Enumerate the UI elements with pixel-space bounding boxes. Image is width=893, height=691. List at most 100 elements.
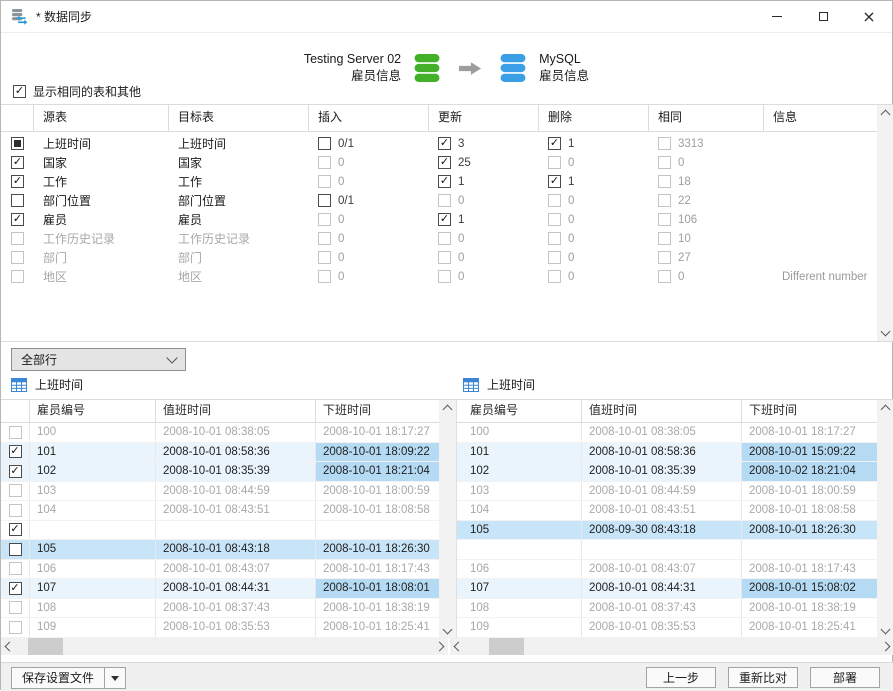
employee-id-cell[interactable]: 101 xyxy=(30,443,156,462)
recompare-button[interactable]: 重新比对 xyxy=(728,667,798,688)
record-sync-checkbox[interactable] xyxy=(9,445,22,458)
target-grid-row[interactable]: 1022008-10-01 08:35:392008-10-02 18:21:0… xyxy=(457,462,893,482)
scroll-right-icon[interactable] xyxy=(881,642,891,652)
show-identical-checkbox[interactable] xyxy=(13,85,26,98)
off-duty-time-cell[interactable]: 2008-10-01 18:26:30 xyxy=(742,521,878,540)
comparison-table-row[interactable]: 部门部门00027 xyxy=(1,248,893,267)
employee-id-cell[interactable]: 106 xyxy=(30,560,156,579)
off-duty-time-cell[interactable] xyxy=(742,540,878,559)
duty-time-cell[interactable]: 2008-10-01 08:43:51 xyxy=(156,501,316,520)
off-duty-time-cell[interactable]: 2008-10-01 18:38:19 xyxy=(742,599,878,618)
target-grid-row[interactable]: 1032008-10-01 08:44:592008-10-01 18:00:5… xyxy=(457,482,893,502)
duty-time-cell[interactable]: 2008-09-30 08:43:18 xyxy=(582,521,742,540)
duty-time-cell[interactable]: 2008-10-01 08:35:39 xyxy=(156,462,316,481)
duty-time-column-header[interactable]: 值班时间 xyxy=(156,400,316,422)
off-duty-time-cell[interactable]: 2008-10-01 18:08:58 xyxy=(742,501,878,520)
off-duty-time-cell[interactable]: 2008-10-01 18:08:01 xyxy=(316,579,439,598)
employee-id-cell[interactable]: 102 xyxy=(30,462,156,481)
record-sync-checkbox[interactable] xyxy=(9,523,22,536)
comparison-vertical-scrollbar[interactable] xyxy=(877,105,893,341)
employee-id-cell[interactable]: 100 xyxy=(30,423,156,442)
table-sync-checkbox[interactable] xyxy=(11,213,24,226)
scroll-up-icon[interactable] xyxy=(443,405,453,415)
employee-id-cell[interactable]: 101 xyxy=(457,443,582,462)
comparison-table-row[interactable]: 地区地区0000Different number xyxy=(1,267,893,286)
off-duty-time-cell[interactable]: 2008-10-01 18:21:04 xyxy=(316,462,439,481)
off-duty-time-cell[interactable]: 2008-10-01 18:38:19 xyxy=(316,599,439,618)
employee-id-cell[interactable]: 108 xyxy=(457,599,582,618)
off-duty-time-column-header[interactable]: 下班时间 xyxy=(742,400,878,422)
comparison-table-row[interactable]: 雇员雇员010106 xyxy=(1,210,893,229)
duty-time-cell[interactable]: 2008-10-01 08:38:05 xyxy=(582,423,742,442)
employee-id-cell[interactable]: 107 xyxy=(30,579,156,598)
duty-time-cell[interactable] xyxy=(582,540,742,559)
target-grid-row[interactable]: 1072008-10-01 08:44:312008-10-01 15:08:0… xyxy=(457,579,893,599)
off-duty-time-cell[interactable]: 2008-10-01 18:00:59 xyxy=(742,482,878,501)
comparison-table-row[interactable]: 工作工作01118 xyxy=(1,172,893,191)
employee-id-cell[interactable]: 107 xyxy=(457,579,582,598)
scroll-down-icon[interactable] xyxy=(881,625,891,635)
source-grid-horizontal-scrollbar[interactable] xyxy=(1,638,448,655)
duty-time-cell[interactable]: 2008-10-01 08:37:43 xyxy=(156,599,316,618)
target-grid-row[interactable] xyxy=(457,540,893,560)
column-header-target-table[interactable]: 目标表 xyxy=(169,105,309,131)
employee-id-cell[interactable]: 104 xyxy=(30,501,156,520)
previous-button[interactable]: 上一步 xyxy=(646,667,716,688)
target-grid-row[interactable]: 1092008-10-01 08:35:532008-10-01 18:25:4… xyxy=(457,618,893,638)
comparison-table-row[interactable]: 国家国家02500 xyxy=(1,153,893,172)
off-duty-time-cell[interactable]: 2008-10-01 18:26:30 xyxy=(316,540,439,559)
duty-time-cell[interactable]: 2008-10-01 08:35:53 xyxy=(156,618,316,637)
target-grid-row[interactable]: 1062008-10-01 08:43:072008-10-01 18:17:4… xyxy=(457,560,893,580)
scroll-left-icon[interactable] xyxy=(454,642,464,652)
column-header-update[interactable]: 更新 xyxy=(429,105,539,131)
employee-id-cell[interactable]: 108 xyxy=(30,599,156,618)
target-grid-vertical-scrollbar[interactable] xyxy=(877,400,893,639)
source-grid-row[interactable]: 1032008-10-01 08:44:592008-10-01 18:00:5… xyxy=(1,482,456,502)
employee-id-cell[interactable]: 104 xyxy=(457,501,582,520)
update-checkbox[interactable] xyxy=(438,213,451,226)
employee-id-cell[interactable]: 105 xyxy=(457,521,582,540)
table-sync-checkbox[interactable] xyxy=(11,137,24,150)
employee-id-cell[interactable]: 100 xyxy=(457,423,582,442)
duty-time-cell[interactable]: 2008-10-01 08:35:53 xyxy=(582,618,742,637)
rows-filter-dropdown[interactable]: 全部行 xyxy=(11,348,186,371)
scroll-down-icon[interactable] xyxy=(443,625,453,635)
table-sync-checkbox[interactable] xyxy=(11,194,24,207)
column-header-delete[interactable]: 删除 xyxy=(539,105,649,131)
minimize-button[interactable] xyxy=(754,1,800,32)
delete-checkbox[interactable] xyxy=(548,175,561,188)
scroll-left-icon[interactable] xyxy=(5,642,15,652)
employee-id-cell[interactable]: 109 xyxy=(30,618,156,637)
source-grid-row[interactable]: 1092008-10-01 08:35:532008-10-01 18:25:4… xyxy=(1,618,456,638)
target-grid-row[interactable]: 1052008-09-30 08:43:182008-10-01 18:26:3… xyxy=(457,521,893,541)
source-grid-row[interactable]: 1052008-10-01 08:43:182008-10-01 18:26:3… xyxy=(1,540,456,560)
record-sync-checkbox[interactable] xyxy=(9,465,22,478)
off-duty-time-cell[interactable]: 2008-10-01 18:25:41 xyxy=(742,618,878,637)
comparison-table-row[interactable]: 上班时间上班时间0/1313313 xyxy=(1,134,893,153)
comparison-table-row[interactable]: 部门位置部门位置0/10022 xyxy=(1,191,893,210)
off-duty-time-cell[interactable] xyxy=(316,521,439,540)
scrollbar-thumb[interactable] xyxy=(28,638,63,655)
record-sync-checkbox[interactable] xyxy=(9,582,22,595)
deploy-button[interactable]: 部署 xyxy=(810,667,880,688)
save-profile-dropdown[interactable] xyxy=(105,668,125,688)
duty-time-cell[interactable]: 2008-10-01 08:43:51 xyxy=(582,501,742,520)
off-duty-time-cell[interactable]: 2008-10-01 15:09:22 xyxy=(742,443,878,462)
off-duty-time-cell[interactable]: 2008-10-01 18:09:22 xyxy=(316,443,439,462)
employee-id-column-header[interactable]: 雇员编号 xyxy=(457,400,582,422)
target-grid-row[interactable]: 1082008-10-01 08:37:432008-10-01 18:38:1… xyxy=(457,599,893,619)
target-grid-row[interactable]: 1002008-10-01 08:38:052008-10-01 18:17:2… xyxy=(457,423,893,443)
update-checkbox[interactable] xyxy=(438,137,451,150)
off-duty-time-cell[interactable]: 2008-10-01 18:17:43 xyxy=(742,560,878,579)
off-duty-time-cell[interactable]: 2008-10-01 18:17:27 xyxy=(316,423,439,442)
off-duty-time-cell[interactable]: 2008-10-01 18:00:59 xyxy=(316,482,439,501)
duty-time-cell[interactable]: 2008-10-01 08:58:36 xyxy=(582,443,742,462)
scroll-up-icon[interactable] xyxy=(881,405,891,415)
duty-time-cell[interactable]: 2008-10-01 08:35:39 xyxy=(582,462,742,481)
target-grid-row[interactable]: 1042008-10-01 08:43:512008-10-01 18:08:5… xyxy=(457,501,893,521)
column-header-identical[interactable]: 相同 xyxy=(649,105,764,131)
off-duty-time-cell[interactable]: 2008-10-01 15:08:02 xyxy=(742,579,878,598)
source-grid-row[interactable] xyxy=(1,521,456,541)
source-grid-row[interactable]: 1062008-10-01 08:43:072008-10-01 18:17:4… xyxy=(1,560,456,580)
record-sync-checkbox[interactable] xyxy=(9,543,22,556)
